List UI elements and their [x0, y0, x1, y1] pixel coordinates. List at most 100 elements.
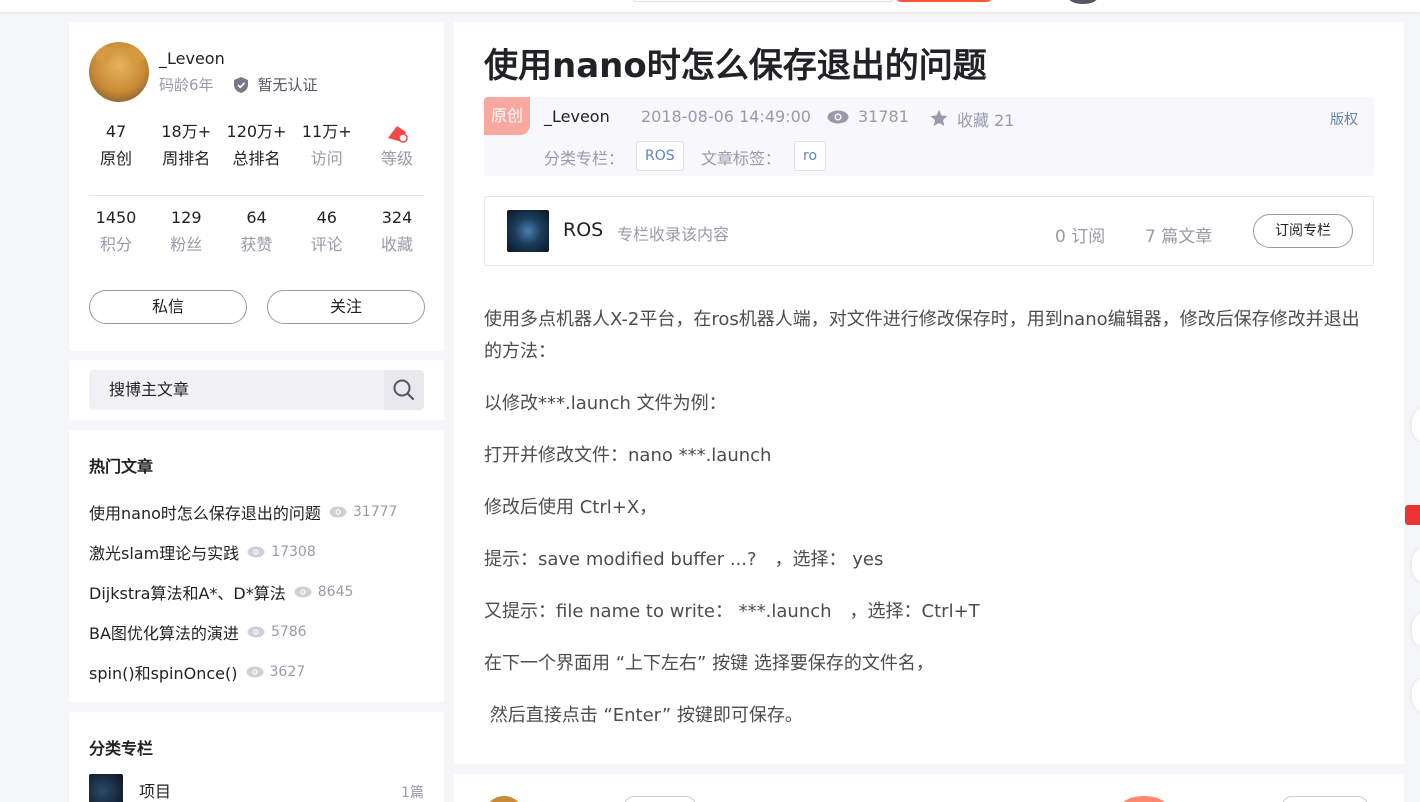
toolbar-action-button[interactable]	[1282, 796, 1368, 802]
hot-article-title[interactable]: Dijkstra算法和A*、D*算法	[89, 580, 286, 604]
stat-likes[interactable]: 64 获赞	[222, 206, 292, 260]
stat-label: 原创	[99, 149, 132, 168]
hot-articles-card: 热门文章 使用nano时怎么保存退出的问题 31777 激光slam理论与实践 …	[69, 430, 444, 702]
categories-title: 分类专栏	[89, 739, 154, 758]
article-paragraph: 然后直接点击 “Enter” 按键即可保存。	[484, 705, 803, 726]
search-icon	[393, 379, 415, 401]
toolbar-avatar[interactable]	[484, 796, 524, 802]
hot-article-title[interactable]: 使用nano时怎么保存退出的问题	[89, 500, 321, 524]
stat-total-rank[interactable]: 120万+ 总排名	[222, 120, 292, 174]
star-icon[interactable]	[929, 109, 949, 127]
column-subscribers: 0 订阅	[1055, 227, 1106, 247]
stat-label: 访问	[310, 149, 343, 168]
stat-week-rank[interactable]: 18万+ 周排名	[151, 120, 221, 174]
float-tool-button[interactable]	[1412, 547, 1420, 583]
tag-label: 文章标签：	[701, 149, 782, 168]
eye-icon	[247, 626, 265, 638]
hot-article-title[interactable]: 激光slam理论与实践	[89, 540, 239, 564]
blogger-search-button[interactable]	[384, 370, 424, 410]
eye-icon	[246, 666, 264, 678]
message-button[interactable]: 私信	[89, 290, 247, 324]
category-name[interactable]: 项目	[139, 778, 171, 802]
hot-article-views: 3627	[269, 664, 306, 680]
article-paragraph: 打开并修改文件：nano ***.launch	[484, 445, 772, 466]
profile-meta: 码龄6年 暂无认证	[159, 74, 318, 95]
stat-num: 129	[170, 208, 202, 227]
subscribe-column-button[interactable]: 订阅专栏	[1253, 214, 1353, 248]
eye-icon	[294, 586, 312, 598]
copyright-link[interactable]: 版权	[1330, 109, 1358, 129]
stat-fans[interactable]: 129 粉丝	[151, 206, 221, 260]
stat-visits[interactable]: 11万+ 访问	[292, 120, 362, 174]
column-box: ROS 专栏收录该内容 0 订阅 7 篇文章 订阅专栏	[484, 196, 1374, 266]
article-views: 31781	[858, 107, 909, 126]
article-body: 使用多点机器人X-2平台，在ros机器人端，对文件进行修改保存时，用到nano编…	[484, 304, 1374, 752]
list-item[interactable]: spin()和spinOnce() 3627	[89, 652, 429, 692]
top-search-input[interactable]	[632, 0, 894, 2]
stat-label: 获赞	[240, 235, 273, 254]
stat-num: 324	[381, 208, 413, 227]
hot-article-title[interactable]: BA图优化算法的演进	[89, 620, 239, 644]
hot-articles-list: 使用nano时怎么保存退出的问题 31777 激光slam理论与实践 17308…	[89, 492, 429, 692]
article-paragraph: 使用多点机器人X-2平台，在ros机器人端，对文件进行修改保存时，用到nano编…	[484, 309, 1360, 362]
original-badge: 原创	[484, 97, 530, 135]
list-item[interactable]: 激光slam理论与实践 17308	[89, 532, 429, 572]
list-item[interactable]: BA图优化算法的演进 5786	[89, 612, 429, 652]
like-icon[interactable]	[1122, 796, 1166, 802]
stat-num: 18万+	[161, 122, 212, 141]
stat-points[interactable]: 1450 积分	[81, 206, 151, 260]
float-tool-button[interactable]	[1412, 612, 1420, 648]
top-search-button[interactable]	[894, 0, 994, 2]
float-tool-button[interactable]	[1412, 407, 1420, 443]
article-toolbar	[454, 774, 1404, 802]
stat-num: 1450	[95, 208, 137, 227]
toolbar-follow-button[interactable]	[624, 796, 696, 802]
hot-article-views: 8645	[317, 584, 354, 600]
article-tag[interactable]: ro	[794, 141, 827, 171]
stat-comments[interactable]: 46 评论	[292, 206, 362, 260]
blogger-search-input[interactable]: 搜博主文章	[89, 370, 384, 410]
hot-article-title[interactable]: spin()和spinOnce()	[89, 660, 238, 684]
hot-article-views: 31777	[352, 504, 398, 520]
profile-username[interactable]: _Leveon	[159, 49, 225, 68]
eye-icon	[827, 110, 849, 124]
float-badge-icon[interactable]	[1405, 505, 1420, 525]
category-tag[interactable]: ROS	[636, 141, 684, 171]
blogger-search-card: 搜博主文章	[69, 360, 444, 420]
shield-icon	[233, 76, 248, 93]
column-name[interactable]: ROS	[563, 219, 603, 241]
top-user-avatar[interactable]	[1068, 0, 1098, 4]
stat-level[interactable]: 等级	[362, 120, 432, 174]
stat-favorites[interactable]: 324 收藏	[362, 206, 432, 260]
category-thumbnail[interactable]	[89, 774, 123, 802]
column-thumbnail[interactable]	[507, 210, 549, 252]
divider	[89, 195, 424, 196]
stat-num: 47	[105, 122, 127, 141]
article-paragraph: 提示：save modified buffer ...? ，选择： yes	[484, 549, 884, 570]
hot-article-views: 17308	[271, 544, 316, 560]
float-tool-button[interactable]	[1412, 677, 1420, 713]
article-card: 使用nano时怎么保存退出的问题 原创 _Leveon 2018-08-06 1…	[454, 22, 1404, 764]
list-item[interactable]: Dijkstra算法和A*、D*算法 8645	[89, 572, 429, 612]
category-count: 1篇	[401, 785, 424, 801]
hot-article-views: 5786	[270, 624, 307, 640]
stat-num: 64	[246, 208, 267, 227]
follow-button[interactable]: 关注	[267, 290, 425, 324]
stat-original[interactable]: 47 原创	[81, 120, 151, 174]
article-meta: 原创 _Leveon 2018-08-06 14:49:00 31781 收藏 …	[484, 97, 1374, 176]
stat-label: 等级	[380, 149, 413, 168]
column-articles: 7 篇文章	[1145, 227, 1213, 247]
eye-icon	[247, 546, 265, 558]
stat-num: 11万+	[301, 122, 352, 141]
article-paragraph: 在下一个界面用 “上下左右” 按键 选择要保存的文件名，	[484, 653, 934, 674]
article-paragraph: 修改后使用 Ctrl+X，	[484, 497, 658, 518]
article-favorites[interactable]: 收藏 21	[957, 107, 1014, 131]
article-paragraph: 以修改***.launch 文件为例：	[484, 393, 727, 414]
article-date: 2018-08-06 14:49:00	[641, 107, 811, 126]
stat-num: 120万+	[226, 122, 287, 141]
stat-num: 46	[316, 208, 337, 227]
avatar[interactable]	[89, 42, 149, 102]
article-author[interactable]: _Leveon	[544, 107, 610, 126]
article-title: 使用nano时怎么保存退出的问题	[484, 46, 987, 86]
list-item[interactable]: 使用nano时怎么保存退出的问题 31777	[89, 492, 429, 532]
